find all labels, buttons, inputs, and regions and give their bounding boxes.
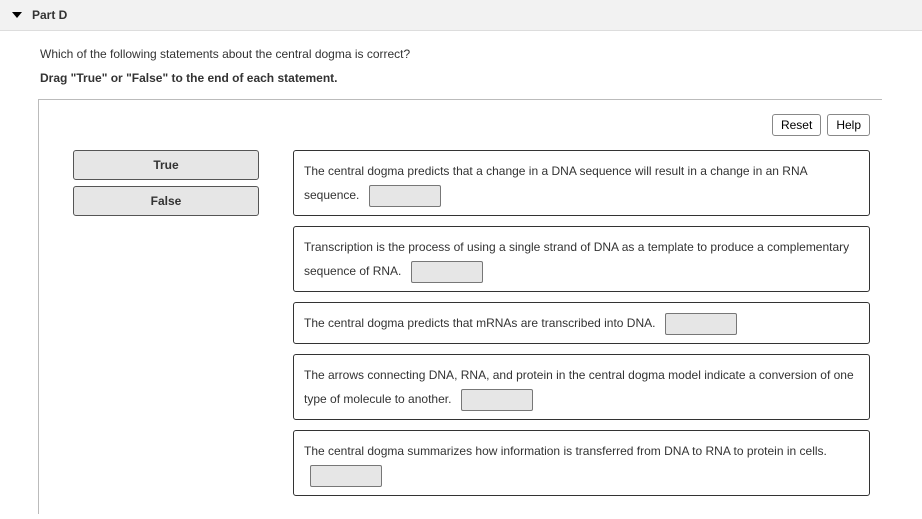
statement-row: The central dogma predicts that mRNAs ar… <box>293 302 870 344</box>
drop-slot[interactable] <box>411 261 483 283</box>
statement-text: The central dogma summarizes how informa… <box>304 444 827 458</box>
drop-slot[interactable] <box>665 313 737 335</box>
help-button[interactable]: Help <box>827 114 870 136</box>
drag-zone: True False The central dogma predicts th… <box>39 150 882 500</box>
bin-true[interactable]: True <box>73 150 259 180</box>
question-prompt: Which of the following statements about … <box>40 47 882 61</box>
drop-slot[interactable] <box>461 389 533 411</box>
reset-button[interactable]: Reset <box>772 114 821 136</box>
statement-row: Transcription is the process of using a … <box>293 226 870 292</box>
statement-text: The central dogma predicts that mRNAs ar… <box>304 316 655 330</box>
drop-slot[interactable] <box>369 185 441 207</box>
statement-row: The central dogma predicts that a change… <box>293 150 870 216</box>
statements-list: The central dogma predicts that a change… <box>293 150 870 496</box>
part-header: Part D <box>0 0 922 31</box>
collapse-caret-icon[interactable] <box>12 12 22 18</box>
statement-row: The central dogma summarizes how informa… <box>293 430 870 496</box>
statement-row: The arrows connecting DNA, RNA, and prot… <box>293 354 870 420</box>
question-instruction: Drag "True" or "False" to the end of eac… <box>40 71 882 85</box>
part-title: Part D <box>32 8 67 22</box>
statement-text: The arrows connecting DNA, RNA, and prot… <box>304 368 854 406</box>
answer-bins: True False <box>73 150 259 216</box>
drop-slot[interactable] <box>310 465 382 487</box>
work-panel: Reset Help True False The central dogma … <box>38 99 882 514</box>
bin-false[interactable]: False <box>73 186 259 216</box>
toolbar: Reset Help <box>39 114 882 150</box>
question-area: Which of the following statements about … <box>0 31 922 514</box>
statement-text: Transcription is the process of using a … <box>304 240 849 278</box>
